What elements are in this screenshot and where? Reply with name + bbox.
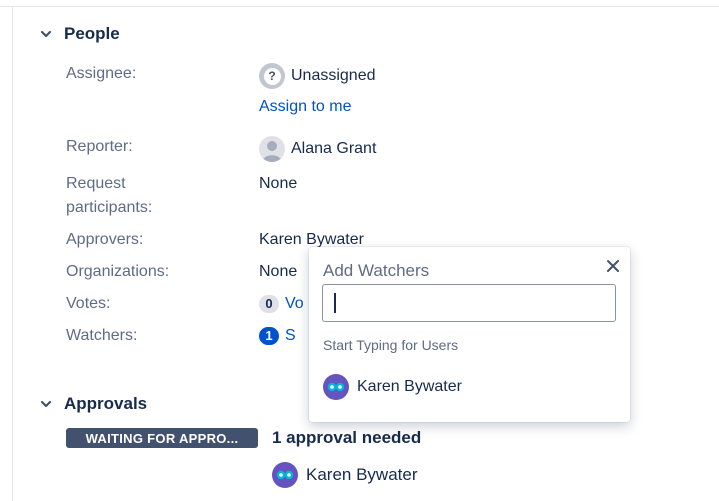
popup-title: Add Watchers <box>323 261 430 280</box>
votes-value[interactable]: 0 Vo <box>259 293 304 315</box>
user-suggestion-item[interactable]: Karen Bywater <box>323 374 462 400</box>
close-icon[interactable] <box>603 256 623 276</box>
participants-label-line2: participants: <box>66 199 153 216</box>
reporter-name: Alana Grant <box>291 140 377 157</box>
approvals-needed-text: 1 approval needed <box>272 428 422 447</box>
chevron-down-icon <box>38 396 54 412</box>
watchers-value[interactable]: 1 S <box>259 325 296 347</box>
watchers-count-badge: 1 <box>259 327 279 345</box>
assign-to-me-link[interactable]: Assign to me <box>259 96 351 118</box>
assignee-value[interactable]: ? Unassigned <box>259 63 376 89</box>
approvals-section-title: Approvals <box>64 394 148 413</box>
watcher-search-input[interactable] <box>322 284 616 322</box>
vote-link[interactable]: Vo <box>285 293 304 315</box>
votes-count-badge: 0 <box>259 295 279 313</box>
people-section-title: People <box>64 24 120 43</box>
people-section-toggle[interactable]: People <box>38 24 120 44</box>
question-avatar-icon: ? <box>259 63 285 89</box>
watch-link[interactable]: S <box>285 325 296 347</box>
chevron-down-icon <box>38 26 54 42</box>
assignee-name: Unassigned <box>291 67 376 84</box>
approver-entry: Karen Bywater <box>272 462 418 488</box>
approver-name: Karen Bywater <box>306 465 418 484</box>
approval-status-lozenge: WAITING FOR APPRO... <box>66 428 258 448</box>
participants-label-line1: Request <box>66 175 126 192</box>
organizations-value: None <box>259 263 298 280</box>
organizations-label: Organizations: <box>66 263 170 280</box>
reporter-value[interactable]: Alana Grant <box>259 136 376 162</box>
approvals-section-toggle[interactable]: Approvals <box>38 394 147 414</box>
text-caret <box>334 293 336 313</box>
participants-value: None <box>259 175 298 192</box>
add-watchers-popup: Add Watchers Start Typing for Users Kare… <box>309 247 630 422</box>
reporter-label: Reporter: <box>66 138 133 155</box>
assignee-label: Assignee: <box>66 65 137 82</box>
panel-left-border <box>12 6 13 501</box>
votes-label: Votes: <box>66 295 111 312</box>
watchers-label: Watchers: <box>66 327 138 344</box>
owl-avatar-icon <box>323 374 349 400</box>
owl-avatar-icon <box>272 462 298 488</box>
approvers-label: Approvers: <box>66 231 144 248</box>
popup-hint: Start Typing for Users <box>323 337 459 353</box>
suggestion-name: Karen Bywater <box>357 378 462 395</box>
user-avatar-icon <box>259 136 285 162</box>
panel-top-border <box>0 6 719 7</box>
